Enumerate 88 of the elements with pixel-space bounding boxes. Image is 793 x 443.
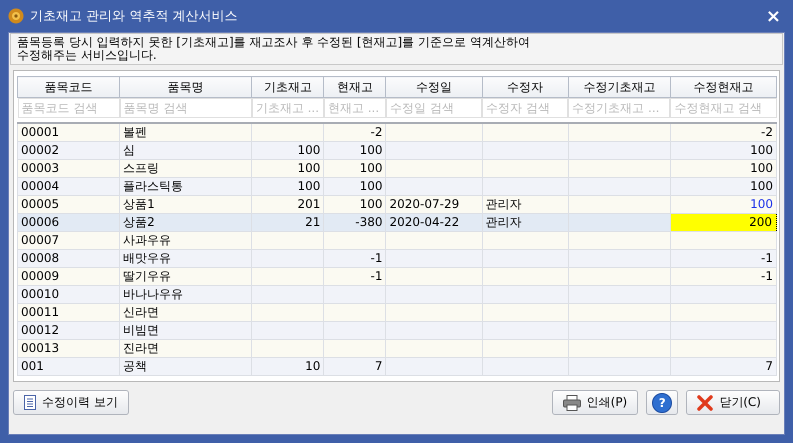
table-cell: 00013	[18, 340, 120, 358]
column-header[interactable]: 수정기초재고	[568, 76, 670, 98]
table-cell: 7	[324, 358, 386, 376]
window-title: 기초재고 관리와 역추적 계산서비스	[30, 8, 238, 25]
table-cell: 바나나우유	[120, 286, 252, 304]
close-button[interactable]: ×	[766, 6, 781, 26]
table-cell	[324, 340, 386, 358]
filter-field[interactable]: 현재고 ...	[324, 98, 386, 118]
filter-field[interactable]: 수정자 검색	[482, 98, 568, 118]
table-cell: 상품2	[120, 214, 252, 232]
filter-field[interactable]: 품목코드 검색	[18, 98, 120, 118]
table-cell: 100	[252, 142, 324, 160]
table-cell: -1	[670, 250, 776, 268]
table-cell: 플라스틱통	[120, 178, 252, 196]
table-cell: 00009	[18, 268, 120, 286]
table-cell: 00010	[18, 286, 120, 304]
table-cell: -1	[324, 250, 386, 268]
column-header[interactable]: 수정자	[482, 76, 568, 98]
table-cell: 관리자	[482, 214, 568, 232]
table-cell: -1	[324, 268, 386, 286]
table-cell: 배맛우유	[120, 250, 252, 268]
table-cell: 2020-04-22	[386, 214, 482, 232]
table-cell: 관리자	[482, 196, 568, 214]
table-cell: 200	[670, 214, 776, 232]
table-cell: 스프링	[120, 160, 252, 178]
column-header[interactable]: 품목코드	[18, 76, 120, 98]
table-cell: 00001	[18, 123, 120, 142]
table-cell: 10	[252, 358, 324, 376]
table-cell: 00011	[18, 304, 120, 322]
table-cell: 00002	[18, 142, 120, 160]
table-cell: 100	[324, 160, 386, 178]
table-cell: 00012	[18, 322, 120, 340]
table-cell: 신라면	[120, 304, 252, 322]
table-cell: 100	[670, 196, 776, 214]
table-cell: 21	[252, 214, 324, 232]
close-dialog-button[interactable]: 닫기(C)	[686, 390, 780, 415]
table-cell: 100	[324, 178, 386, 196]
table-cell: 볼펜	[120, 123, 252, 142]
filter-field[interactable]: 수정기초재고 ...	[568, 98, 670, 118]
table-cell: 00006	[18, 214, 120, 232]
table-cell: 100	[324, 142, 386, 160]
table-cell: 사과우유	[120, 232, 252, 250]
table-cell: 7	[670, 358, 776, 376]
filter-field[interactable]: 수정현재고 검색	[670, 98, 776, 118]
filter-field[interactable]: 품목명 검색	[120, 98, 252, 118]
history-button[interactable]: 수정이력 보기	[13, 390, 129, 415]
table-cell: -380	[324, 214, 386, 232]
table-cell: 00005	[18, 196, 120, 214]
table-cell	[324, 322, 386, 340]
table-cell: 00004	[18, 178, 120, 196]
filter-field[interactable]: 기초재고 ...	[252, 98, 324, 118]
table-cell: 00003	[18, 160, 120, 178]
description-text: 품목등록 당시 입력하지 못한 [기초재고]를 재고조사 후 수정된 [현재고]를 기준으로 역계산하여 수정해주는 서비스입니다.	[17, 36, 531, 62]
table-cell: -2	[670, 123, 776, 142]
column-header[interactable]: 수정일	[386, 76, 482, 98]
table-cell: -1	[670, 268, 776, 286]
table-cell: 진라면	[120, 340, 252, 358]
table-cell: 00008	[18, 250, 120, 268]
column-header[interactable]: 수정현재고	[670, 76, 776, 98]
close-icon	[697, 394, 714, 410]
app-icon	[8, 8, 24, 24]
table-cell: 100	[670, 160, 776, 178]
table-cell: 상품1	[120, 196, 252, 214]
table-cell: -2	[324, 123, 386, 142]
table-cell: 심	[120, 142, 252, 160]
table-cell: 공책	[120, 358, 252, 376]
document-icon	[24, 395, 36, 410]
print-button[interactable]: 인쇄(P)	[552, 390, 638, 415]
table-cell	[324, 304, 386, 322]
table-cell: 100	[252, 178, 324, 196]
table-cell: 00007	[18, 232, 120, 250]
column-header[interactable]: 현재고	[324, 76, 386, 98]
help-button[interactable]: ?	[646, 390, 678, 415]
table-cell: 2020-07-29	[386, 196, 482, 214]
table-cell: 비빔면	[120, 322, 252, 340]
table-cell: 100	[670, 142, 776, 160]
table-cell: 딸기우유	[120, 268, 252, 286]
table-cell: 100	[324, 196, 386, 214]
column-header[interactable]: 기초재고	[252, 76, 324, 98]
printer-icon	[562, 394, 581, 410]
table-cell: 100	[252, 160, 324, 178]
table-cell: 001	[18, 358, 120, 376]
table-cell	[324, 232, 386, 250]
table-cell: 201	[252, 196, 324, 214]
table-cell	[324, 286, 386, 304]
column-header[interactable]: 품목명	[120, 76, 252, 98]
table-cell: 100	[670, 178, 776, 196]
filter-field[interactable]: 수정일 검색	[386, 98, 482, 118]
